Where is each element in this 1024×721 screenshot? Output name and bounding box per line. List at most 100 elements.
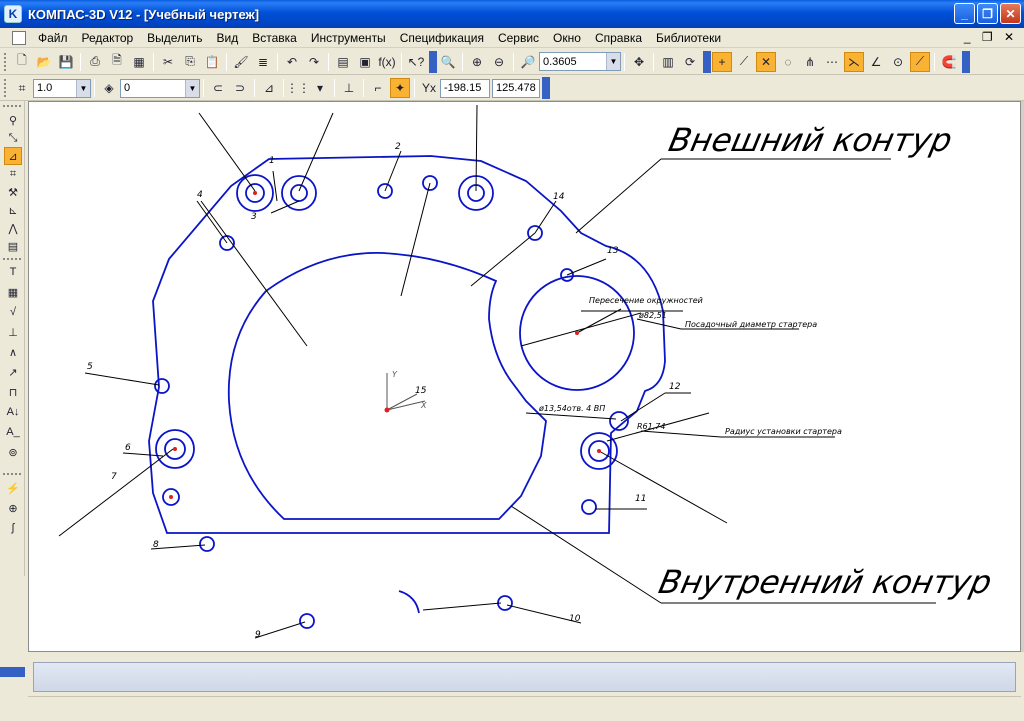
print-preview-icon[interactable]: 🗎 xyxy=(107,52,127,72)
snap-center-icon[interactable]: ⊙ xyxy=(888,52,908,72)
cut-icon[interactable]: ✂ xyxy=(158,52,178,72)
snap-point-icon[interactable]: + xyxy=(712,51,732,72)
context-help-icon[interactable]: ↖? xyxy=(406,52,426,72)
geometry-panel-icon[interactable]: ⚲ xyxy=(4,111,22,129)
menu-insert[interactable]: Вставка xyxy=(245,31,304,45)
menu-service[interactable]: Сервис xyxy=(491,31,546,45)
measure-panel-icon[interactable]: ⊾ xyxy=(4,201,22,219)
snap-grid-icon[interactable]: ⋯ xyxy=(822,52,842,72)
undo-icon[interactable]: ↶ xyxy=(282,52,302,72)
leader-icon[interactable]: ∧ xyxy=(4,343,22,361)
cursor-step-select[interactable]: 1.0 ▼ xyxy=(33,78,91,98)
zoom-window-icon[interactable]: 🔍 xyxy=(438,52,458,72)
menu-window[interactable]: Окно xyxy=(546,31,588,45)
tolerance-icon[interactable]: ⊓ xyxy=(4,383,22,401)
print-icon[interactable]: ⎙ xyxy=(85,52,105,72)
library-icon[interactable]: ▣ xyxy=(355,52,375,72)
menu-file[interactable]: Файл xyxy=(31,31,75,45)
magnet-icon[interactable]: 🧲 xyxy=(939,52,959,72)
coord-y-field[interactable]: 125.478 xyxy=(492,78,540,98)
layers-icon[interactable]: ◈ xyxy=(99,78,119,98)
properties-bar[interactable] xyxy=(33,662,1016,692)
chevron-down-icon[interactable]: ▼ xyxy=(76,79,90,97)
kompas-app-icon[interactable]: K xyxy=(4,5,22,23)
variables-fx-icon[interactable]: f(x) xyxy=(377,52,397,72)
list-icon[interactable]: ≣ xyxy=(253,52,273,72)
show-all-icon[interactable]: ▥ xyxy=(658,52,678,72)
chevron-down-icon[interactable]: ▾ xyxy=(310,78,330,98)
mdi-window-controls[interactable]: _ ❐ ✕ xyxy=(964,30,1018,44)
view-arrow-icon[interactable]: A↓ xyxy=(4,403,22,421)
snap-tangent-icon[interactable]: ◌ xyxy=(778,52,798,72)
axis-line-icon[interactable]: ⊚ xyxy=(4,443,22,461)
position-leader-icon[interactable]: ↗ xyxy=(4,363,22,381)
menu-editor[interactable]: Редактор xyxy=(75,31,141,45)
minimize-button[interactable]: _ xyxy=(954,3,975,24)
parametrization-panel-icon[interactable]: ⌗ xyxy=(4,165,22,183)
menu-select[interactable]: Выделить xyxy=(140,31,209,45)
snap-along-icon[interactable]: ⟋ xyxy=(910,51,930,72)
toolbar-grip[interactable] xyxy=(4,52,8,71)
open-folder-icon[interactable]: 📂 xyxy=(34,52,54,72)
toolbar-overflow[interactable] xyxy=(703,50,711,73)
menu-tools[interactable]: Инструменты xyxy=(304,31,393,45)
menu-help[interactable]: Справка xyxy=(588,31,649,45)
text-icon[interactable]: T xyxy=(4,263,22,281)
hammer-icon[interactable]: ⚒ xyxy=(4,183,22,201)
zoom-in-icon[interactable]: ⊕ xyxy=(467,52,487,72)
format-brush-icon[interactable]: 🖌 xyxy=(231,52,251,72)
lightning-icon[interactable]: ⚡ xyxy=(4,479,22,497)
chevron-down-icon[interactable]: ▼ xyxy=(185,79,199,97)
menu-view[interactable]: Вид xyxy=(210,31,246,45)
save-icon[interactable]: 💾 xyxy=(56,52,76,72)
dimensions-panel-icon[interactable]: ⊿ xyxy=(4,147,22,165)
copy-icon[interactable]: ⎘ xyxy=(180,52,200,72)
toolbar-overflow[interactable] xyxy=(962,50,970,73)
refresh-icon[interactable]: ⟳ xyxy=(680,52,700,72)
drawing-canvas[interactable]: Внешний контур Внутренний контур Пересеч… xyxy=(28,101,1021,652)
snap-nearest-icon[interactable]: ⟋ xyxy=(734,52,754,72)
snap-normal-icon[interactable]: ⋔ xyxy=(800,52,820,72)
new-document-icon[interactable]: 🗋 xyxy=(12,52,32,72)
spec-panel-icon[interactable]: ▤ xyxy=(4,237,22,255)
edit-panel-icon[interactable]: ⤡ xyxy=(4,129,22,147)
restore-button[interactable]: ❐ xyxy=(977,3,998,24)
zoom-scale-select[interactable]: 0.3605 ▼ xyxy=(539,52,621,71)
snap-toggle-icon[interactable]: ✦ xyxy=(390,78,410,98)
round-mode-icon[interactable]: ⌐ xyxy=(368,78,388,98)
panel-overflow[interactable] xyxy=(0,667,25,677)
grid-icon[interactable]: ⋮⋮ xyxy=(286,78,310,98)
manager-icon[interactable]: ▤ xyxy=(333,52,353,72)
pan-icon[interactable]: ✥ xyxy=(629,52,649,72)
chevron-down-icon[interactable]: ▼ xyxy=(606,53,620,70)
section-line-icon[interactable]: A_ xyxy=(4,423,22,441)
wave-line-icon[interactable]: ʃ xyxy=(4,519,22,537)
table-icon[interactable]: ▦ xyxy=(4,283,22,301)
layer-select[interactable]: 0 ▼ xyxy=(120,78,200,98)
ortho-mode-icon[interactable]: ⊥ xyxy=(339,78,359,98)
toolbar-grip[interactable] xyxy=(4,79,8,97)
paste-icon[interactable]: 📋 xyxy=(202,52,222,72)
zoom-scale-icon[interactable]: 🔎 xyxy=(518,52,538,72)
zoom-out-icon[interactable]: ⊖ xyxy=(489,52,509,72)
properties-icon[interactable]: ▦ xyxy=(129,52,149,72)
menu-specification[interactable]: Спецификация xyxy=(393,31,491,45)
menu-libraries[interactable]: Библиотеки xyxy=(649,31,728,45)
snap-angle-icon[interactable]: ∠ xyxy=(866,52,886,72)
roughness-icon[interactable]: √ xyxy=(4,303,22,321)
crosshair-icon[interactable]: ⊕ xyxy=(4,499,22,517)
toolbar-overflow[interactable] xyxy=(542,77,550,99)
cursor-step-icon[interactable]: ⌗ xyxy=(12,78,32,98)
coordinates-icon[interactable]: Yx xyxy=(419,78,439,98)
toolbar-overflow[interactable] xyxy=(429,50,437,73)
magnet-blue-icon[interactable]: ⊃ xyxy=(230,78,250,98)
snap-midpoint-icon[interactable]: ⋋ xyxy=(844,51,864,72)
base-icon[interactable]: ⊥ xyxy=(4,323,22,341)
document-icon[interactable] xyxy=(12,30,26,45)
select-panel-icon[interactable]: ⋀ xyxy=(4,219,22,237)
local-cs-icon[interactable]: ⊿ xyxy=(259,78,279,98)
redo-icon[interactable]: ↷ xyxy=(304,52,324,72)
close-button[interactable]: ✕ xyxy=(1000,3,1021,24)
magnet-red-icon[interactable]: ⊂ xyxy=(208,78,228,98)
snap-intersection-icon[interactable]: ✕ xyxy=(756,51,776,72)
